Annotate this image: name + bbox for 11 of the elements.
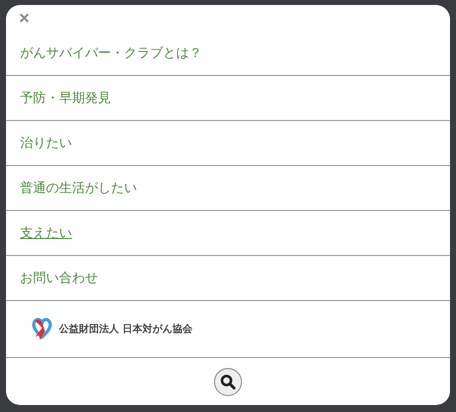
search-icon [220,374,236,390]
menu-item[interactable]: 支えたい [6,211,450,256]
menu-item[interactable]: お問い合わせ [6,256,450,301]
organization-name: 公益財団法人 日本対がん協会 [59,322,192,336]
menu-item[interactable]: 治りたい [6,121,450,166]
menu-item[interactable]: 予防・早期発見 [6,76,450,121]
menu-item[interactable]: がんサバイバー・クラブとは？ [6,31,450,76]
ribbon-logo-icon [31,317,53,341]
search-button[interactable] [214,368,242,396]
menu-item[interactable]: 普通の生活がしたい [6,166,450,211]
close-button[interactable]: × [15,9,34,27]
